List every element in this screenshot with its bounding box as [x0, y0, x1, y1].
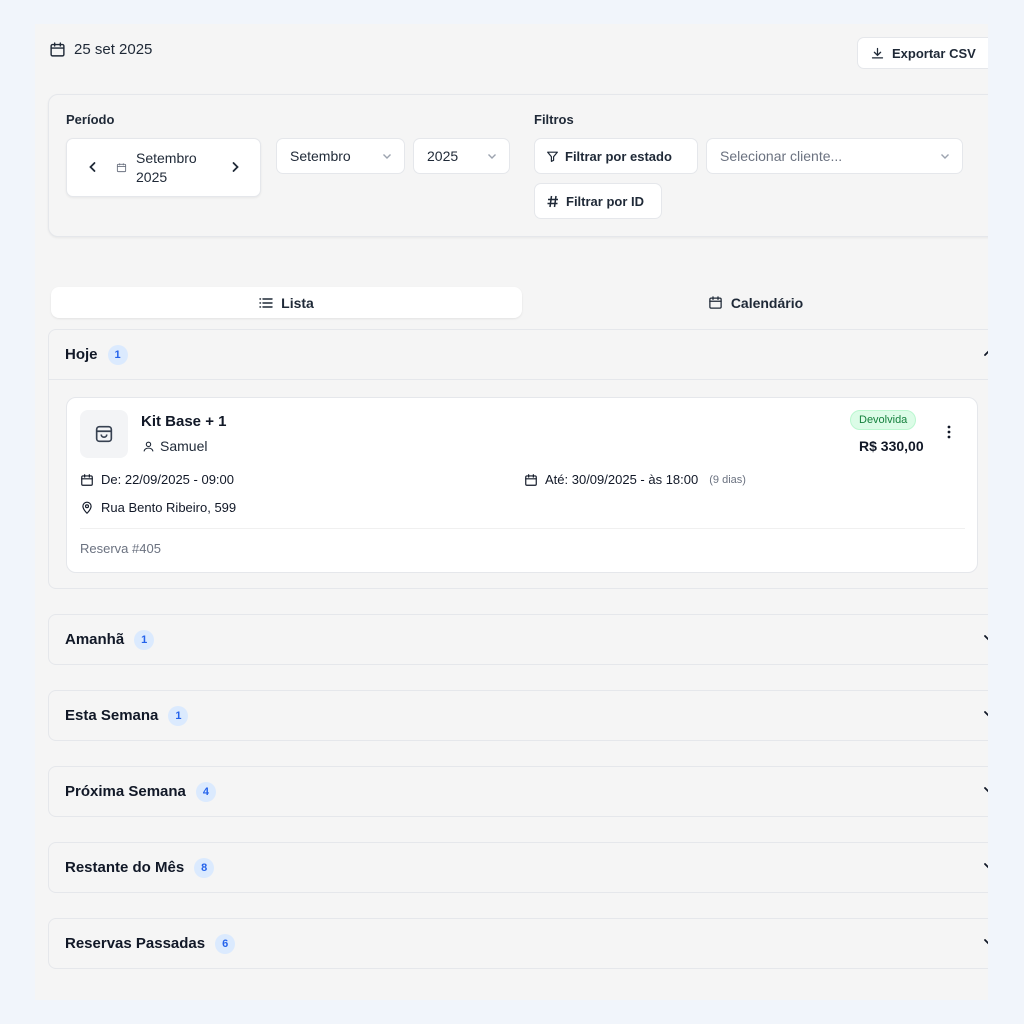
status-badge: Devolvida: [850, 410, 917, 430]
count-badge: 1: [107, 344, 128, 365]
calendar-icon: [524, 473, 538, 487]
chevron-down-icon[interactable]: [983, 936, 988, 948]
section-header[interactable]: Restante do Mês 8: [65, 843, 215, 892]
filters-label: Filtros: [534, 112, 574, 127]
chevron-down-icon: [940, 152, 950, 160]
hash-icon: [547, 195, 559, 208]
filter-card: Período Setembro 2025 Setembro 2025 Filt…: [48, 94, 988, 237]
calendar-icon: [708, 295, 723, 310]
chevron-down-icon[interactable]: [983, 632, 988, 644]
current-date: 25 set 2025: [49, 41, 152, 58]
funnel-icon: [546, 150, 559, 163]
filter-by-state-button[interactable]: Filtrar por estado: [534, 138, 698, 174]
selected-year: 2025: [136, 169, 168, 185]
location-pin-icon: [80, 501, 94, 515]
booking-client: Samuel: [142, 438, 207, 454]
client-select-placeholder: Selecionar cliente...: [720, 148, 843, 164]
section-tomorrow[interactable]: Amanhã 1: [48, 614, 988, 665]
section-title: Próxima Semana: [65, 783, 186, 800]
booking-end: Até: 30/09/2025 - às 18:00 (9 dias): [524, 472, 746, 487]
user-icon: [142, 440, 155, 453]
booking-reference: Reserva #405: [80, 541, 161, 556]
count-badge: 4: [195, 781, 216, 802]
filter-by-id-label: Filtrar por ID: [566, 193, 645, 209]
section-header[interactable]: Hoje 1: [65, 330, 128, 379]
period-label: Período: [66, 112, 115, 127]
calendar-icon: [80, 473, 94, 487]
current-date-text: 25 set 2025: [74, 41, 153, 58]
booking-end-text: Até: 30/09/2025 - às 18:00: [545, 472, 699, 487]
tab-list[interactable]: Lista: [51, 287, 522, 318]
export-csv-label: Exportar CSV: [892, 45, 976, 61]
tab-list-label: Lista: [281, 294, 314, 311]
chevron-down-icon[interactable]: [983, 708, 988, 720]
count-badge: 1: [134, 629, 155, 650]
count-badge: 6: [215, 933, 236, 954]
count-badge: 8: [194, 857, 215, 878]
tab-calendar[interactable]: Calendário: [522, 287, 988, 318]
year-select-value: 2025: [427, 148, 459, 164]
divider: [80, 528, 965, 529]
chevron-down-icon: [382, 152, 392, 160]
tab-calendar-label: Calendário: [730, 294, 804, 311]
section-past-bookings[interactable]: Reservas Passadas 6: [48, 918, 988, 969]
booking-address-text: Rua Bento Ribeiro, 599: [101, 500, 237, 515]
calendar-icon: [116, 162, 127, 173]
shopping-bag-icon: [80, 410, 128, 458]
section-title: Reservas Passadas: [65, 935, 206, 952]
count-badge: 1: [168, 705, 189, 726]
section-header[interactable]: Amanhã 1: [65, 615, 155, 664]
section-header[interactable]: Próxima Semana 4: [65, 767, 216, 816]
export-csv-button[interactable]: Exportar CSV: [857, 37, 988, 69]
client-select[interactable]: Selecionar cliente...: [706, 138, 963, 174]
section-this-week[interactable]: Esta Semana 1: [48, 690, 988, 741]
chevron-down-icon[interactable]: [983, 784, 988, 796]
section-header[interactable]: Esta Semana 1: [65, 691, 189, 740]
chevron-up-icon[interactable]: [983, 347, 988, 359]
next-month-icon[interactable]: [230, 161, 240, 173]
booking-address: Rua Bento Ribeiro, 599: [80, 500, 236, 515]
booking-price: R$ 330,00: [859, 438, 924, 454]
section-rest-of-month[interactable]: Restante do Mês 8: [48, 842, 988, 893]
section-next-week[interactable]: Próxima Semana 4: [48, 766, 988, 817]
chevron-down-icon: [487, 152, 497, 160]
year-select[interactable]: 2025: [413, 138, 510, 174]
divider: [49, 379, 988, 380]
month-select-value: Setembro: [290, 148, 351, 164]
chevron-down-icon[interactable]: [983, 860, 988, 872]
month-select[interactable]: Setembro: [276, 138, 405, 174]
booking-client-name: Samuel: [160, 438, 208, 454]
section-title: Hoje: [65, 346, 98, 363]
booking-start-text: De: 22/09/2025 - 09:00: [101, 472, 234, 487]
booking-duration: (9 dias): [709, 473, 746, 486]
section-title: Restante do Mês: [65, 859, 185, 876]
selected-period: Setembro 2025: [136, 149, 197, 187]
calendar-icon: [49, 41, 66, 58]
month-navigator: Setembro 2025: [66, 138, 261, 197]
section-today: Hoje 1 Kit Base + 1 Samuel Devolvida R$ …: [48, 329, 988, 589]
booking-title: Kit Base + 1: [141, 413, 227, 430]
previous-month-icon[interactable]: [88, 161, 98, 173]
download-icon: [870, 46, 885, 61]
more-options-icon[interactable]: [941, 424, 957, 440]
section-header[interactable]: Reservas Passadas 6: [65, 919, 236, 968]
filter-by-state-label: Filtrar por estado: [565, 148, 672, 164]
selected-month: Setembro: [136, 150, 197, 166]
booking-card[interactable]: Kit Base + 1 Samuel Devolvida R$ 330,00 …: [66, 397, 978, 573]
section-title: Amanhã: [65, 631, 125, 648]
view-tabs: Lista Calendário: [49, 285, 988, 319]
bookings-panel: 25 set 2025 Exportar CSV Período Setembr…: [35, 24, 988, 1000]
list-icon: [259, 297, 273, 309]
filter-by-id-button[interactable]: Filtrar por ID: [534, 183, 662, 219]
section-title: Esta Semana: [65, 707, 159, 724]
booking-start: De: 22/09/2025 - 09:00: [80, 472, 234, 487]
